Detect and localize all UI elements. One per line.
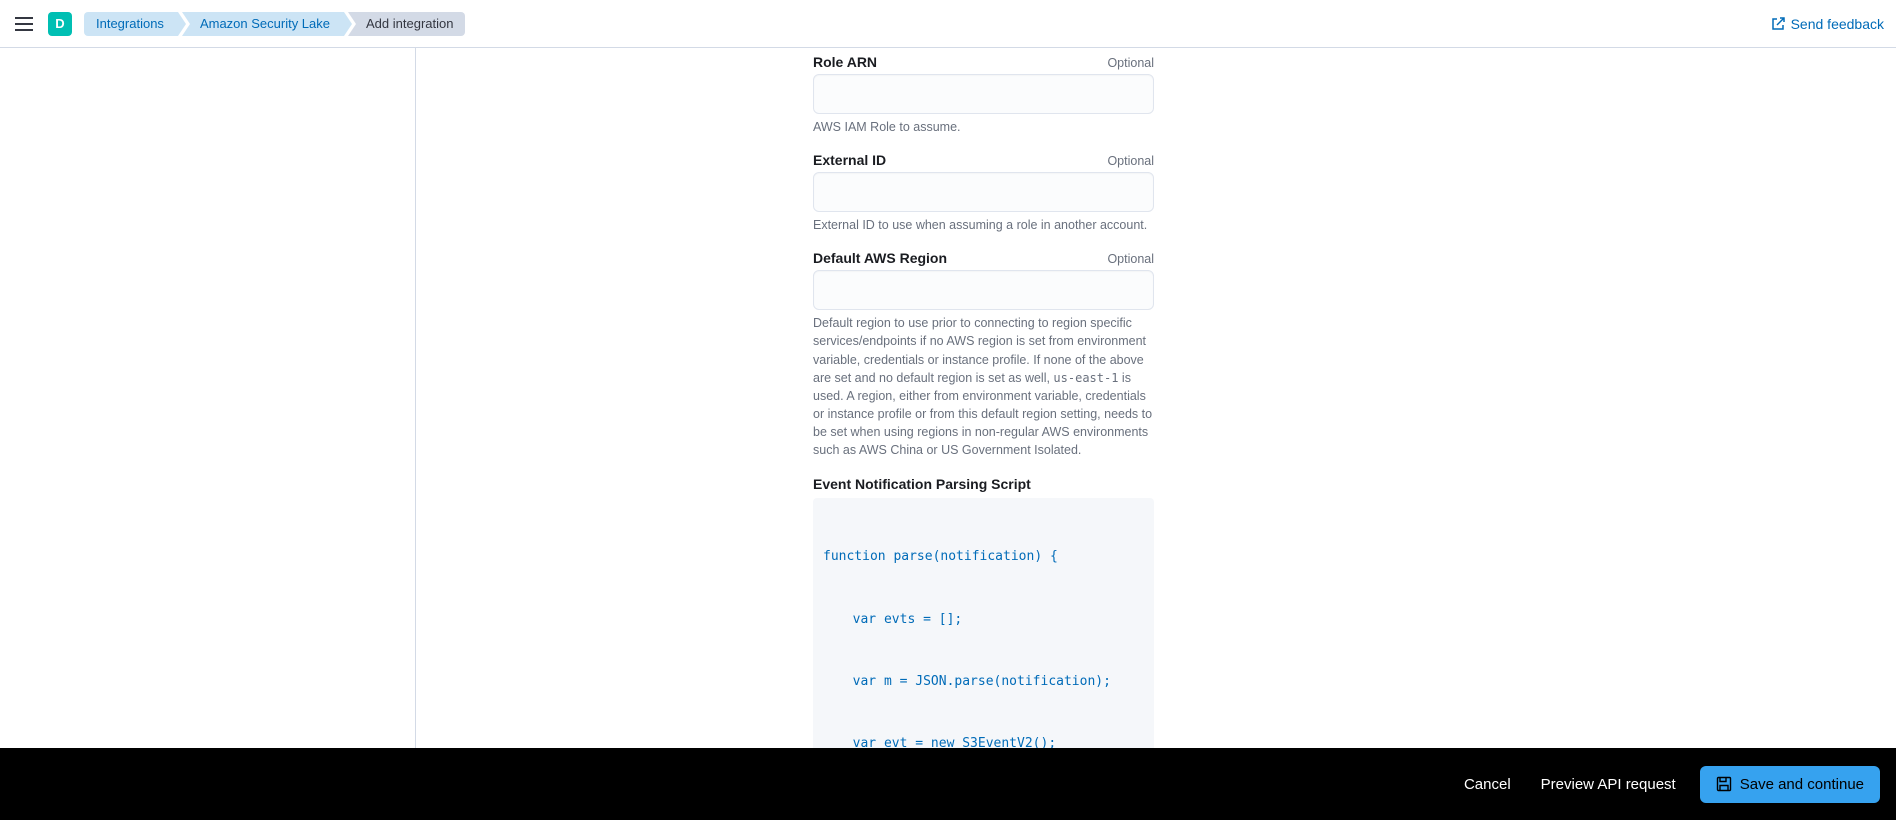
main-scroll-area[interactable]: Role ARN Optional AWS IAM Role to assume… xyxy=(0,48,1896,748)
role-arn-input[interactable] xyxy=(813,74,1154,114)
menu-toggle-button[interactable] xyxy=(12,12,36,36)
external-id-input[interactable] xyxy=(813,172,1154,212)
bottom-action-bar: Cancel Preview API request Save and cont… xyxy=(0,748,1896,820)
default-region-optional: Optional xyxy=(1107,252,1154,266)
field-default-region: Default AWS Region Optional Default regi… xyxy=(813,250,1154,459)
external-id-label: External ID xyxy=(813,152,886,168)
field-external-id: External ID Optional External ID to use … xyxy=(813,152,1154,234)
role-arn-optional: Optional xyxy=(1107,56,1154,70)
default-region-help: Default region to use prior to connectin… xyxy=(813,314,1154,459)
send-feedback-label: Send feedback xyxy=(1791,16,1884,32)
left-column-spacer xyxy=(0,48,416,748)
role-arn-help: AWS IAM Role to assume. xyxy=(813,118,1154,136)
external-link-icon xyxy=(1771,17,1785,31)
external-id-help: External ID to use when assuming a role … xyxy=(813,216,1154,234)
hamburger-icon xyxy=(15,17,33,31)
code-line: var evts = []; xyxy=(823,610,1144,631)
save-button-label: Save and continue xyxy=(1740,776,1864,793)
save-icon xyxy=(1716,776,1732,792)
app-header: D Integrations Amazon Security Lake Add … xyxy=(0,0,1896,48)
form-column: Role ARN Optional AWS IAM Role to assume… xyxy=(416,48,1896,748)
save-and-continue-button[interactable]: Save and continue xyxy=(1700,766,1880,803)
breadcrumb-integrations[interactable]: Integrations xyxy=(84,12,178,36)
script-code-block[interactable]: function parse(notification) { var evts … xyxy=(813,498,1154,748)
breadcrumb-amazon-security-lake[interactable]: Amazon Security Lake xyxy=(182,12,344,36)
code-line: var m = JSON.parse(notification); xyxy=(823,672,1144,693)
header-right: Send feedback xyxy=(1771,16,1884,32)
default-region-label: Default AWS Region xyxy=(813,250,947,266)
preview-api-request-button[interactable]: Preview API request xyxy=(1535,768,1682,801)
breadcrumb: Integrations Amazon Security Lake Add in… xyxy=(84,12,469,36)
cancel-button[interactable]: Cancel xyxy=(1458,768,1517,801)
space-avatar[interactable]: D xyxy=(48,12,72,36)
breadcrumb-add-integration: Add integration xyxy=(348,12,465,36)
field-role-arn: Role ARN Optional AWS IAM Role to assume… xyxy=(813,54,1154,136)
header-left: D Integrations Amazon Security Lake Add … xyxy=(12,12,469,36)
default-region-input[interactable] xyxy=(813,270,1154,310)
script-section-title: Event Notification Parsing Script xyxy=(813,476,1154,492)
code-line: function parse(notification) { xyxy=(823,547,1144,568)
code-line: var evt = new S3EventV2(); xyxy=(823,734,1144,748)
external-id-optional: Optional xyxy=(1107,154,1154,168)
role-arn-label: Role ARN xyxy=(813,54,877,70)
send-feedback-link[interactable]: Send feedback xyxy=(1771,16,1884,32)
